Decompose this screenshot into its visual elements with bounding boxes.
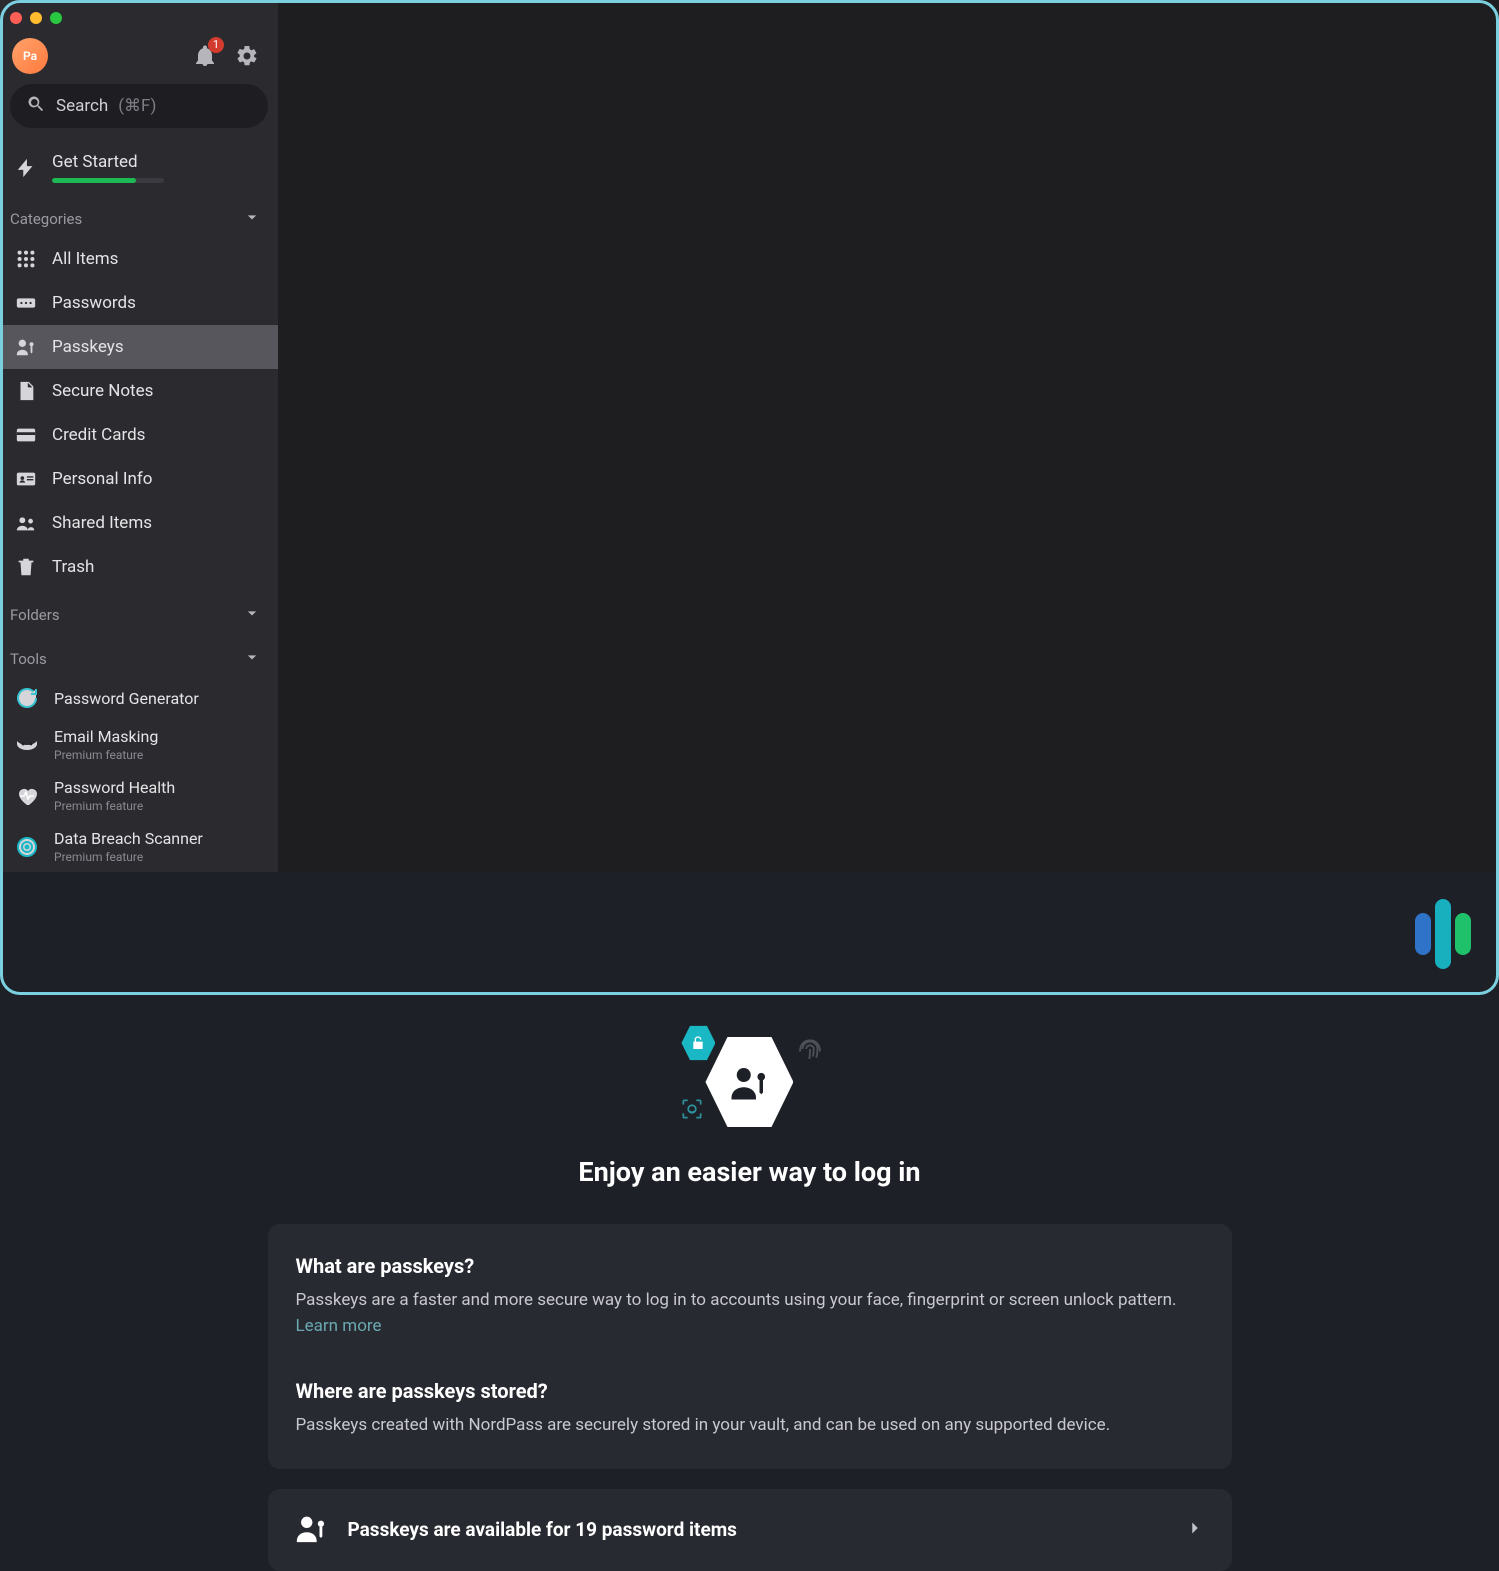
target-icon [14,834,40,860]
tool-subtitle: Premium feature [54,799,175,813]
zoom-window-button[interactable] [50,12,62,24]
search-label: Search [56,96,108,116]
credit-card-icon [14,423,38,447]
tool-subtitle: Premium feature [54,850,203,864]
sidebar-item-credit-cards[interactable]: Credit Cards [0,413,278,457]
hero: Enjoy an easier way to log in [578,1032,920,1188]
sidebar-item-label: Trash [52,557,94,577]
row-title: Passkeys are available for 19 password i… [348,1518,737,1541]
sidebar-item-trash[interactable]: Trash [0,545,278,589]
tool-password-generator[interactable]: Password Generator [0,677,278,719]
face-id-icon [679,1096,705,1126]
tool-subtitle: Premium feature [54,748,158,762]
q1-heading: What are passkeys? [296,1254,1204,1278]
chevron-down-icon [242,207,262,231]
tool-password-health[interactable]: Password Health Premium feature [0,770,278,821]
hero-hexagon [705,1032,793,1132]
search-icon [26,94,46,118]
sidebar-item-label: Personal Info [52,469,152,489]
grid-icon [14,247,38,271]
get-started-progress [52,178,164,183]
chevron-down-icon [242,647,262,671]
section-folders[interactable]: Folders [0,589,278,633]
q2-heading: Where are passkeys stored? [296,1379,1204,1403]
q1-body: Passkeys are a faster and more secure wa… [296,1290,1177,1310]
heartbeat-icon [14,783,40,809]
tool-label: Data Breach Scanner [54,829,203,848]
sidebar-item-passwords[interactable]: Passwords [0,281,278,325]
learn-more-link[interactable]: Learn more [296,1316,382,1336]
sidebar-item-personal-info[interactable]: Personal Info [0,457,278,501]
window-controls [0,0,278,24]
refresh-icon [14,685,40,711]
search-input[interactable]: Search (⌘F) [10,84,268,128]
fingerprint-icon [795,1034,825,1068]
sidebar-item-passkeys[interactable]: Passkeys [0,325,278,369]
sidebar-item-label: All Items [52,249,118,269]
main-content: Enjoy an easier way to log in What are p… [0,872,1499,1571]
sidebar-item-shared-items[interactable]: Shared Items [0,501,278,545]
tool-label: Password Generator [54,689,199,708]
sidebar-item-label: Secure Notes [52,381,153,401]
sidebar: Pa 1 Search (⌘F) [0,0,278,872]
tool-label: Email Masking [54,727,158,746]
sidebar-item-get-started[interactable]: Get Started [0,142,278,193]
notifications-badge: 1 [208,37,224,53]
q2-body: Passkeys created with NordPass are secur… [296,1413,1204,1439]
brand-logo [1415,899,1471,955]
chevron-right-icon [1184,1517,1206,1543]
sidebar-item-label: Passwords [52,293,136,313]
avatar[interactable]: Pa [12,38,48,74]
tool-label: Password Health [54,778,175,797]
tool-data-breach-scanner[interactable]: Data Breach Scanner Premium feature [0,821,278,872]
passkey-icon [294,1511,328,1549]
unlock-icon [681,1024,715,1062]
sidebar-item-label: Shared Items [52,513,152,533]
id-card-icon [14,467,38,491]
section-categories[interactable]: Categories [0,193,278,237]
trash-icon [14,555,38,579]
sidebar-item-label: Passkeys [52,337,124,357]
info-card: What are passkeys? Passkeys are a faster… [268,1224,1232,1469]
sidebar-item-label: Credit Cards [52,425,145,445]
passkey-icon [14,335,38,359]
close-window-button[interactable] [10,12,22,24]
sidebar-item-secure-notes[interactable]: Secure Notes [0,369,278,413]
search-hint: (⌘F) [118,96,156,116]
hero-title: Enjoy an easier way to log in [578,1156,920,1188]
lightning-icon [14,156,38,180]
minimize-window-button[interactable] [30,12,42,24]
chevron-down-icon [242,603,262,627]
mask-icon [14,732,40,758]
settings-icon[interactable] [234,43,260,69]
section-tools[interactable]: Tools [0,633,278,677]
sidebar-item-label: Get Started [52,152,164,172]
tool-email-masking[interactable]: Email Masking Premium feature [0,719,278,770]
people-icon [14,511,38,535]
note-icon [14,379,38,403]
sidebar-item-all-items[interactable]: All Items [0,237,278,281]
password-field-icon [14,291,38,315]
available-passkeys-row[interactable]: Passkeys are available for 19 password i… [268,1489,1232,1571]
